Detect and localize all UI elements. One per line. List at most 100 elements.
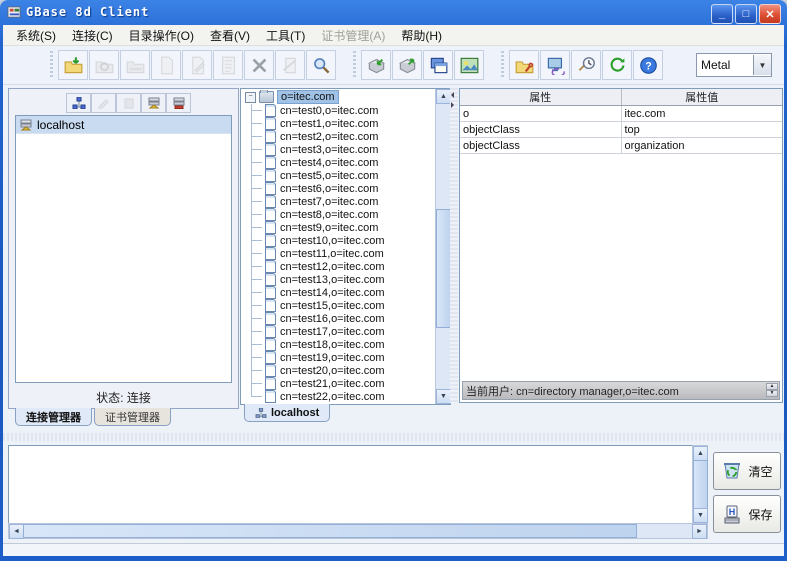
minimize-button[interactable]: _: [711, 4, 733, 24]
tab-localhost[interactable]: localhost: [244, 404, 331, 422]
menu-item[interactable]: 连接(C): [65, 25, 120, 46]
tab-connection-manager[interactable]: 连接管理器: [15, 408, 92, 426]
tree-item[interactable]: cn=test21,o=itec.com: [251, 377, 435, 390]
tree-item[interactable]: cn=test22,o=itec.com: [251, 390, 435, 403]
tree-item[interactable]: cn=test12,o=itec.com: [251, 260, 435, 273]
spinner-down-icon[interactable]: ▼: [766, 390, 778, 397]
collapse-left-icon[interactable]: [451, 92, 454, 98]
clear-button[interactable]: 清空: [713, 452, 781, 490]
import-data-button[interactable]: [361, 50, 391, 80]
tab-certificate-manager[interactable]: 证书管理器: [94, 408, 171, 426]
tree-item[interactable]: cn=test0,o=itec.com: [251, 104, 435, 117]
tab-localhost-label: localhost: [271, 406, 320, 419]
chevron-down-icon[interactable]: ▼: [753, 55, 771, 75]
menu-item[interactable]: 查看(V): [203, 25, 257, 46]
scrollbar-thumb[interactable]: [693, 460, 708, 509]
rename-entry-button[interactable]: [275, 50, 305, 80]
save-button[interactable]: H 保存: [713, 495, 781, 533]
properties-button[interactable]: [213, 50, 243, 80]
tree-item[interactable]: cn=test13,o=itec.com: [251, 273, 435, 286]
menu-item[interactable]: 帮助(H): [394, 25, 449, 46]
schedule-button[interactable]: [571, 50, 601, 80]
table-row[interactable]: objectClass top: [460, 122, 782, 138]
log-horizontal-scrollbar[interactable]: ◄ ►: [8, 523, 708, 539]
column-header-value[interactable]: 属性值: [622, 89, 783, 105]
toolbar-grip[interactable]: [351, 51, 358, 79]
document-icon: [265, 273, 276, 286]
delete-entry-button[interactable]: [244, 50, 274, 80]
export-data-button[interactable]: [392, 50, 422, 80]
table-row[interactable]: objectClass organization: [460, 138, 782, 154]
tree-item[interactable]: cn=test2,o=itec.com: [251, 130, 435, 143]
scroll-down-icon[interactable]: ▼: [436, 389, 451, 404]
delete-connection-button[interactable]: [116, 93, 141, 113]
snapshot-button[interactable]: [454, 50, 484, 80]
new-connection-button[interactable]: [66, 93, 91, 113]
tree-item[interactable]: cn=test16,o=itec.com: [251, 312, 435, 325]
scrollbar-thumb[interactable]: [23, 524, 637, 538]
tree-item[interactable]: cn=test17,o=itec.com: [251, 325, 435, 338]
tree-root[interactable]: − o=itec.com: [243, 90, 435, 104]
scrollbar-thumb[interactable]: [436, 209, 451, 328]
tree-item[interactable]: cn=test11,o=itec.com: [251, 247, 435, 260]
log-output-area[interactable]: [8, 445, 694, 524]
refresh-connection-button[interactable]: [89, 50, 119, 80]
connection-item[interactable]: localhost: [16, 116, 231, 134]
tree-item[interactable]: cn=test10,o=itec.com: [251, 234, 435, 247]
scroll-right-icon[interactable]: ►: [692, 524, 707, 539]
cascade-windows-button[interactable]: [423, 50, 453, 80]
tree-item[interactable]: cn=test9,o=itec.com: [251, 221, 435, 234]
tree-item[interactable]: cn=test5,o=itec.com: [251, 169, 435, 182]
toolbar-grip[interactable]: [48, 51, 55, 79]
title-bar[interactable]: GBase 8d Client _ □ ✕: [0, 0, 787, 25]
network-computer-button[interactable]: [540, 50, 570, 80]
column-header-attribute[interactable]: 属性: [460, 89, 622, 105]
tree-item[interactable]: cn=test3,o=itec.com: [251, 143, 435, 156]
tree-item[interactable]: cn=test4,o=itec.com: [251, 156, 435, 169]
connect-server-button[interactable]: [141, 93, 166, 113]
vertical-splitter[interactable]: [450, 88, 458, 403]
tree-item[interactable]: cn=test6,o=itec.com: [251, 182, 435, 195]
spinner-up-icon[interactable]: ▲: [766, 383, 778, 390]
scroll-up-icon[interactable]: ▲: [436, 89, 451, 104]
configure-button[interactable]: [509, 50, 539, 80]
close-connection-button[interactable]: [120, 50, 150, 80]
tree-item[interactable]: cn=test15,o=itec.com: [251, 299, 435, 312]
scroll-left-icon[interactable]: ◄: [9, 524, 24, 539]
arrow-page-icon: [282, 57, 296, 73]
tree-item[interactable]: cn=test7,o=itec.com: [251, 195, 435, 208]
search-button[interactable]: [306, 50, 336, 80]
menu-item[interactable]: 工具(T): [259, 25, 312, 46]
tree-item[interactable]: cn=test18,o=itec.com: [251, 338, 435, 351]
tree-item[interactable]: cn=test8,o=itec.com: [251, 208, 435, 221]
menu-item[interactable]: 系统(S): [9, 25, 63, 46]
scroll-down-icon[interactable]: ▼: [693, 508, 708, 523]
maximize-button[interactable]: □: [735, 4, 757, 24]
tree-item[interactable]: cn=test14,o=itec.com: [251, 286, 435, 299]
user-bar-spinner[interactable]: ▲ ▼: [766, 383, 778, 397]
tree-item[interactable]: cn=test1,o=itec.com: [251, 117, 435, 130]
menu-item[interactable]: 证书管理(A): [314, 25, 392, 46]
horizontal-splitter[interactable]: [3, 433, 784, 441]
disconnect-server-button[interactable]: [166, 93, 191, 113]
log-vertical-scrollbar[interactable]: ▲ ▼: [692, 445, 708, 524]
table-row[interactable]: o itec.com: [460, 106, 782, 122]
help-button[interactable]: ?: [633, 50, 663, 80]
edit-connection-button[interactable]: [91, 93, 116, 113]
new-entry-button[interactable]: [151, 50, 181, 80]
refresh-button[interactable]: [602, 50, 632, 80]
open-connection-button[interactable]: [58, 50, 88, 80]
collapse-right-icon[interactable]: [451, 102, 454, 108]
toolbar-grip[interactable]: [499, 51, 506, 79]
tree-item-label: cn=test12,o=itec.com: [280, 260, 385, 273]
expand-handle-icon[interactable]: −: [245, 91, 256, 103]
tree-vertical-scrollbar[interactable]: ▲ ▼: [435, 89, 451, 404]
look-and-feel-select[interactable]: Metal ▼: [696, 53, 772, 77]
scroll-up-icon[interactable]: ▲: [693, 446, 708, 461]
tree-item[interactable]: cn=test20,o=itec.com: [251, 364, 435, 377]
tree-item-label: cn=test15,o=itec.com: [280, 299, 385, 312]
edit-entry-button[interactable]: [182, 50, 212, 80]
tree-item[interactable]: cn=test19,o=itec.com: [251, 351, 435, 364]
close-button[interactable]: ✕: [759, 4, 781, 24]
menu-item[interactable]: 目录操作(O): [122, 25, 201, 46]
